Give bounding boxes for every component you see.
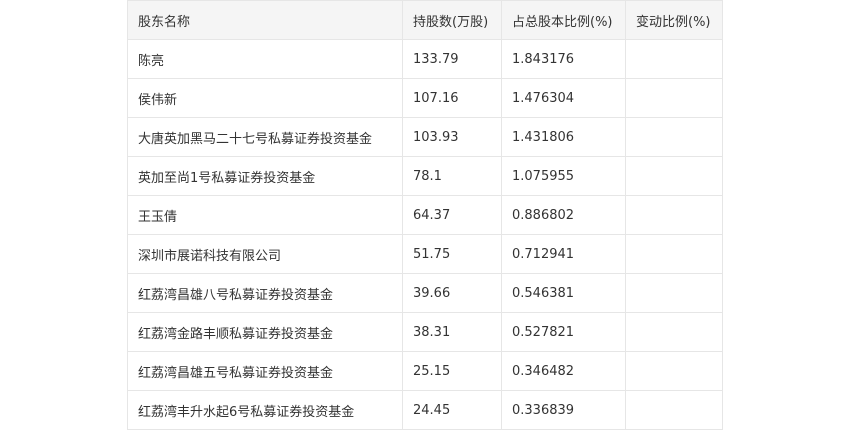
table-row: 红荔湾金路丰顺私募证券投资基金 38.31 0.527821	[127, 312, 723, 352]
table-row: 英加至尚1号私募证券投资基金 78.1 1.075955	[127, 156, 723, 196]
cell-shares-held: 103.93	[402, 117, 502, 157]
cell-shares-held: 25.15	[402, 351, 502, 391]
cell-share-ratio: 1.843176	[501, 39, 626, 79]
cell-shares-held: 51.75	[402, 234, 502, 274]
cell-share-ratio: 1.431806	[501, 117, 626, 157]
cell-shareholder-name: 红荔湾昌雄五号私募证券投资基金	[127, 351, 403, 391]
cell-shares-held: 39.66	[402, 273, 502, 313]
cell-shares-held: 38.31	[402, 312, 502, 352]
cell-share-ratio: 0.527821	[501, 312, 626, 352]
cell-change-ratio	[625, 312, 723, 352]
cell-share-ratio: 1.075955	[501, 156, 626, 196]
cell-shareholder-name: 英加至尚1号私募证券投资基金	[127, 156, 403, 196]
cell-change-ratio	[625, 234, 723, 274]
table-row: 大唐英加黑马二十七号私募证券投资基金 103.93 1.431806	[127, 117, 723, 157]
table-row: 王玉倩 64.37 0.886802	[127, 195, 723, 235]
table-row: 红荔湾丰升水起6号私募证券投资基金 24.45 0.336839	[127, 390, 723, 430]
cell-shareholder-name: 陈亮	[127, 39, 403, 79]
header-shareholder-name: 股东名称	[127, 0, 403, 40]
table-header-row: 股东名称 持股数(万股) 占总股本比例(%) 变动比例(%)	[127, 0, 723, 40]
cell-share-ratio: 0.546381	[501, 273, 626, 313]
cell-change-ratio	[625, 390, 723, 430]
cell-shareholder-name: 王玉倩	[127, 195, 403, 235]
cell-shareholder-name: 大唐英加黑马二十七号私募证券投资基金	[127, 117, 403, 157]
header-change-ratio: 变动比例(%)	[625, 0, 723, 40]
table-row: 陈亮 133.79 1.843176	[127, 39, 723, 79]
header-shares-held: 持股数(万股)	[402, 0, 502, 40]
cell-shareholder-name: 红荔湾昌雄八号私募证券投资基金	[127, 273, 403, 313]
table-row: 深圳市展诺科技有限公司 51.75 0.712941	[127, 234, 723, 274]
cell-change-ratio	[625, 273, 723, 313]
cell-shareholder-name: 红荔湾金路丰顺私募证券投资基金	[127, 312, 403, 352]
cell-shareholder-name: 侯伟新	[127, 78, 403, 118]
table-row: 红荔湾昌雄五号私募证券投资基金 25.15 0.346482	[127, 351, 723, 391]
cell-shareholder-name: 深圳市展诺科技有限公司	[127, 234, 403, 274]
cell-shares-held: 24.45	[402, 390, 502, 430]
cell-share-ratio: 0.712941	[501, 234, 626, 274]
cell-shareholder-name: 红荔湾丰升水起6号私募证券投资基金	[127, 390, 403, 430]
cell-shares-held: 107.16	[402, 78, 502, 118]
cell-change-ratio	[625, 78, 723, 118]
cell-change-ratio	[625, 156, 723, 196]
cell-shares-held: 133.79	[402, 39, 502, 79]
cell-shares-held: 64.37	[402, 195, 502, 235]
cell-share-ratio: 0.336839	[501, 390, 626, 430]
cell-share-ratio: 0.886802	[501, 195, 626, 235]
shareholder-table-container: 股东名称 持股数(万股) 占总股本比例(%) 变动比例(%) 陈亮 133.79…	[127, 0, 723, 430]
header-share-ratio: 占总股本比例(%)	[501, 0, 626, 40]
cell-shares-held: 78.1	[402, 156, 502, 196]
shareholder-table: 股东名称 持股数(万股) 占总股本比例(%) 变动比例(%) 陈亮 133.79…	[127, 0, 723, 430]
table-row: 红荔湾昌雄八号私募证券投资基金 39.66 0.546381	[127, 273, 723, 313]
cell-change-ratio	[625, 195, 723, 235]
cell-share-ratio: 1.476304	[501, 78, 626, 118]
cell-change-ratio	[625, 117, 723, 157]
cell-share-ratio: 0.346482	[501, 351, 626, 391]
table-row: 侯伟新 107.16 1.476304	[127, 78, 723, 118]
cell-change-ratio	[625, 39, 723, 79]
cell-change-ratio	[625, 351, 723, 391]
